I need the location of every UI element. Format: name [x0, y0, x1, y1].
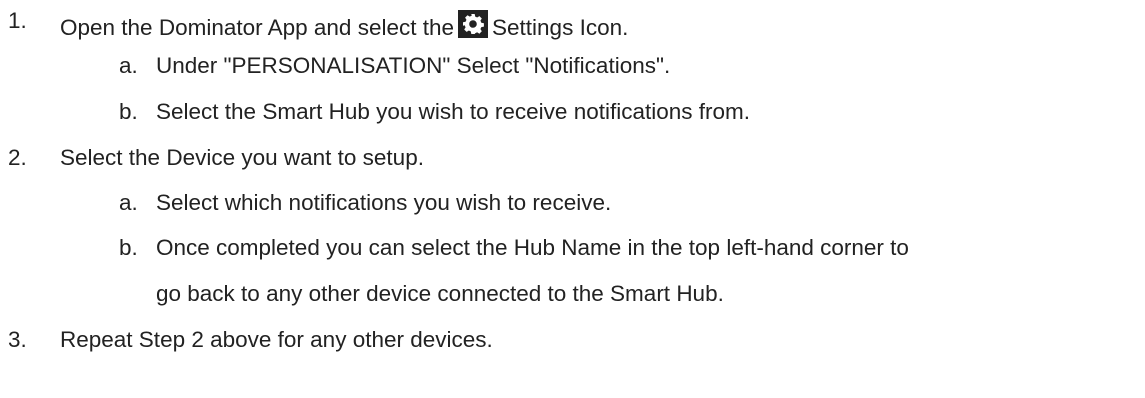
substep-letter: b. [119, 235, 138, 260]
step-text: Open the Dominator App and select the Set… [60, 10, 628, 40]
substep-text: Select the Smart Hub you wish to receive… [156, 99, 751, 124]
step-number: 3. [8, 327, 27, 352]
substep-text: Under "PERSONALISATION" Select "Notifica… [156, 53, 671, 78]
step-text-after-icon: Settings Icon. [492, 15, 629, 40]
step-number: 1. [8, 8, 27, 33]
substep-text-continuation: go back to any other device connected to… [156, 281, 724, 306]
substep-letter: a. [119, 53, 138, 78]
substep-letter: b. [119, 99, 138, 124]
step-number: 2. [8, 145, 27, 170]
substep-text: Once completed you can select the Hub Na… [156, 235, 909, 260]
step-text: Repeat Step 2 above for any other device… [60, 327, 493, 352]
substep-letter: a. [119, 190, 138, 215]
step-text-before-icon: Open the Dominator App and select the [60, 15, 455, 40]
settings-gear-icon [458, 10, 489, 38]
substep-text: Select which notifications you wish to r… [156, 190, 612, 215]
step-text: Select the Device you want to setup. [60, 145, 424, 170]
